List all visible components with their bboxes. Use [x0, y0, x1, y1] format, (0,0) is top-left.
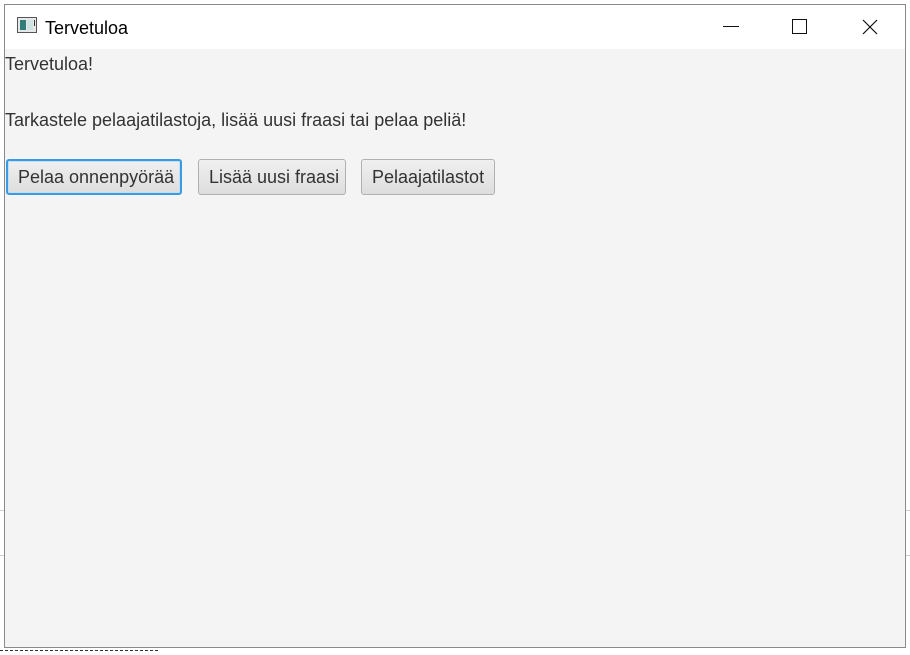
app-window: Tervetuloa Tervetuloa! Tarkastele pelaaj… — [4, 4, 906, 648]
instructions-text: Tarkastele pelaajatilastoja, lisää uusi … — [5, 110, 467, 130]
welcome-heading: Tervetuloa! — [5, 54, 94, 74]
player-stats-button[interactable]: Pelaajatilastot — [361, 159, 495, 195]
close-icon — [862, 19, 878, 35]
main-content: Tervetuloa! Tarkastele pelaajatilastoja,… — [5, 49, 905, 647]
minimize-icon — [723, 26, 739, 27]
add-phrase-button[interactable]: Lisää uusi fraasi — [198, 159, 346, 195]
play-wheel-button[interactable]: Pelaa onnenpyörää — [6, 159, 182, 195]
close-button[interactable] — [846, 5, 892, 49]
background-dashed-line — [0, 650, 160, 652]
minimize-button[interactable] — [707, 5, 753, 49]
maximize-button[interactable] — [776, 5, 822, 49]
background-divider — [906, 510, 910, 511]
title-bar[interactable]: Tervetuloa — [5, 5, 905, 49]
background-divider — [906, 555, 910, 556]
maximize-icon — [792, 19, 807, 34]
window-title: Tervetuloa — [45, 18, 129, 38]
app-icon — [17, 17, 37, 33]
